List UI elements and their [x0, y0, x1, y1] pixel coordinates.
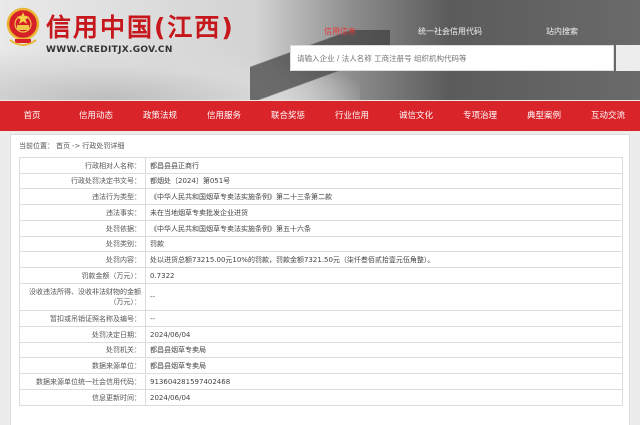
field-label: 处罚决定日期： — [19, 326, 146, 343]
nav-item-home[interactable]: 首页 — [0, 101, 64, 131]
site-header: 信用中国(江西) WWW.CREDITJX.GOV.CN 信用信息 统一社会信用… — [0, 0, 640, 100]
field-label: 暂扣或吊销证照名称及编号： — [19, 310, 146, 327]
table-row: 罚款金额（万元）： 0.7322 — [19, 267, 623, 284]
table-row: 行政处罚决定书文号： 都烟处〔2024〕第051号 — [19, 173, 623, 189]
table-row: 处罚内容： 处以进货总额73215.00元10%的罚款，罚款金额7321.50元… — [19, 251, 623, 268]
link-credit-code[interactable]: 统一社会信用代码 — [418, 26, 482, 37]
penalty-detail-table: 行政相对人名称： 都昌县县正商行 行政处罚决定书文号： 都烟处〔2024〕第05… — [19, 157, 623, 406]
table-row: 数据来源单位： 都昌县烟草专卖局 — [19, 357, 623, 374]
field-value: 2024/06/04 — [145, 389, 623, 406]
field-value: -- — [145, 283, 623, 311]
field-label: 处罚类别： — [19, 236, 146, 252]
link-credit-info[interactable]: 信用信息 — [324, 26, 356, 37]
field-label: 信息更新时间： — [19, 389, 146, 406]
field-value: 《中华人民共和国烟草专卖法实施条例》第五十六条 — [145, 220, 623, 237]
field-label: 处罚依据： — [19, 220, 146, 237]
table-row: 处罚机关： 都昌县烟草专卖局 — [19, 342, 623, 358]
nav-item-rewards-penalties[interactable]: 联合奖惩 — [256, 101, 320, 131]
field-value: 都昌县烟草专卖局 — [145, 357, 623, 374]
field-label: 数据来源单位： — [19, 357, 146, 374]
field-value: 都烟处〔2024〕第051号 — [145, 173, 623, 189]
field-value: 《中华人民共和国烟草专卖法实施条例》第二十三条第二款 — [145, 188, 623, 205]
table-row: 信息更新时间： 2024/06/04 — [19, 389, 623, 406]
main-nav: 首页 信用动态 政策法规 信用服务 联合奖惩 行业信用 诚信文化 专项治理 典型… — [0, 101, 640, 131]
field-value: 处以进货总额73215.00元10%的罚款，罚款金额7321.50元（柒仟叁佰贰… — [145, 251, 623, 268]
table-row: 暂扣或吊销证照名称及编号： -- — [19, 310, 623, 327]
field-value: 913604281597402468 — [145, 373, 623, 390]
nav-item-typical-cases[interactable]: 典型案例 — [512, 101, 576, 131]
field-label: 行政相对人名称： — [19, 157, 146, 174]
field-value: 都昌县烟草专卖局 — [145, 342, 623, 358]
nav-item-integrity-culture[interactable]: 诚信文化 — [384, 101, 448, 131]
table-row: 没收违法所得、没收非法财物的金额（万元）： -- — [19, 283, 623, 311]
national-emblem-icon[interactable] — [6, 6, 40, 50]
table-row: 违法事实： 未在当地烟草专卖批发企业进货 — [19, 204, 623, 221]
breadcrumb-current: 行政处罚详细 — [82, 142, 125, 150]
field-label: 违法事实： — [19, 204, 146, 221]
nav-item-credit-services[interactable]: 信用服务 — [192, 101, 256, 131]
table-row: 处罚依据： 《中华人民共和国烟草专卖法实施条例》第五十六条 — [19, 220, 623, 237]
field-label: 违法行为类型： — [19, 188, 146, 205]
nav-item-interaction[interactable]: 互动交流 — [576, 101, 640, 131]
search-button[interactable] — [616, 45, 640, 71]
field-label: 没收违法所得、没收非法财物的金额（万元）： — [19, 283, 146, 311]
field-value: -- — [145, 310, 623, 327]
table-row: 违法行为类型： 《中华人民共和国烟草专卖法实施条例》第二十三条第二款 — [19, 188, 623, 205]
field-value: 都昌县县正商行 — [145, 157, 623, 174]
site-domain: WWW.CREDITJX.GOV.CN — [46, 45, 173, 55]
nav-item-policies[interactable]: 政策法规 — [128, 101, 192, 131]
nav-item-special-governance[interactable]: 专项治理 — [448, 101, 512, 131]
field-label: 处罚机关： — [19, 342, 146, 358]
field-value: 未在当地烟草专卖批发企业进货 — [145, 204, 623, 221]
breadcrumb-label: 当前位置： — [19, 142, 54, 150]
breadcrumb-separator: -> — [72, 142, 81, 150]
breadcrumb: 当前位置： 首页 -> 行政处罚详细 — [19, 141, 126, 151]
field-label: 处罚内容： — [19, 251, 146, 268]
search-box — [290, 45, 614, 71]
content-panel: 当前位置： 首页 -> 行政处罚详细 行政相对人名称： 都昌县县正商行 行政处罚决定书… — [10, 134, 630, 425]
site-title[interactable]: 信用中国(江西) — [46, 8, 235, 44]
breadcrumb-home[interactable]: 首页 — [56, 142, 70, 150]
link-site-search[interactable]: 站内搜索 — [546, 26, 578, 37]
field-value: 0.7322 — [145, 267, 623, 284]
nav-item-credit-news[interactable]: 信用动态 — [64, 101, 128, 131]
field-label: 行政处罚决定书文号： — [19, 173, 146, 189]
field-label: 数据来源单位统一社会信用代码： — [19, 373, 146, 390]
field-value: 罚款 — [145, 236, 623, 252]
field-value: 2024/06/04 — [145, 326, 623, 343]
nav-item-industry-credit[interactable]: 行业信用 — [320, 101, 384, 131]
table-row: 数据来源单位统一社会信用代码： 913604281597402468 — [19, 373, 623, 390]
table-row: 处罚类别： 罚款 — [19, 236, 623, 252]
field-label: 罚款金额（万元）： — [19, 267, 146, 284]
top-links: 信用信息 统一社会信用代码 站内搜索 — [310, 26, 640, 40]
table-row: 处罚决定日期： 2024/06/04 — [19, 326, 623, 343]
table-row: 行政相对人名称： 都昌县县正商行 — [19, 157, 623, 174]
search-input[interactable] — [291, 46, 613, 71]
